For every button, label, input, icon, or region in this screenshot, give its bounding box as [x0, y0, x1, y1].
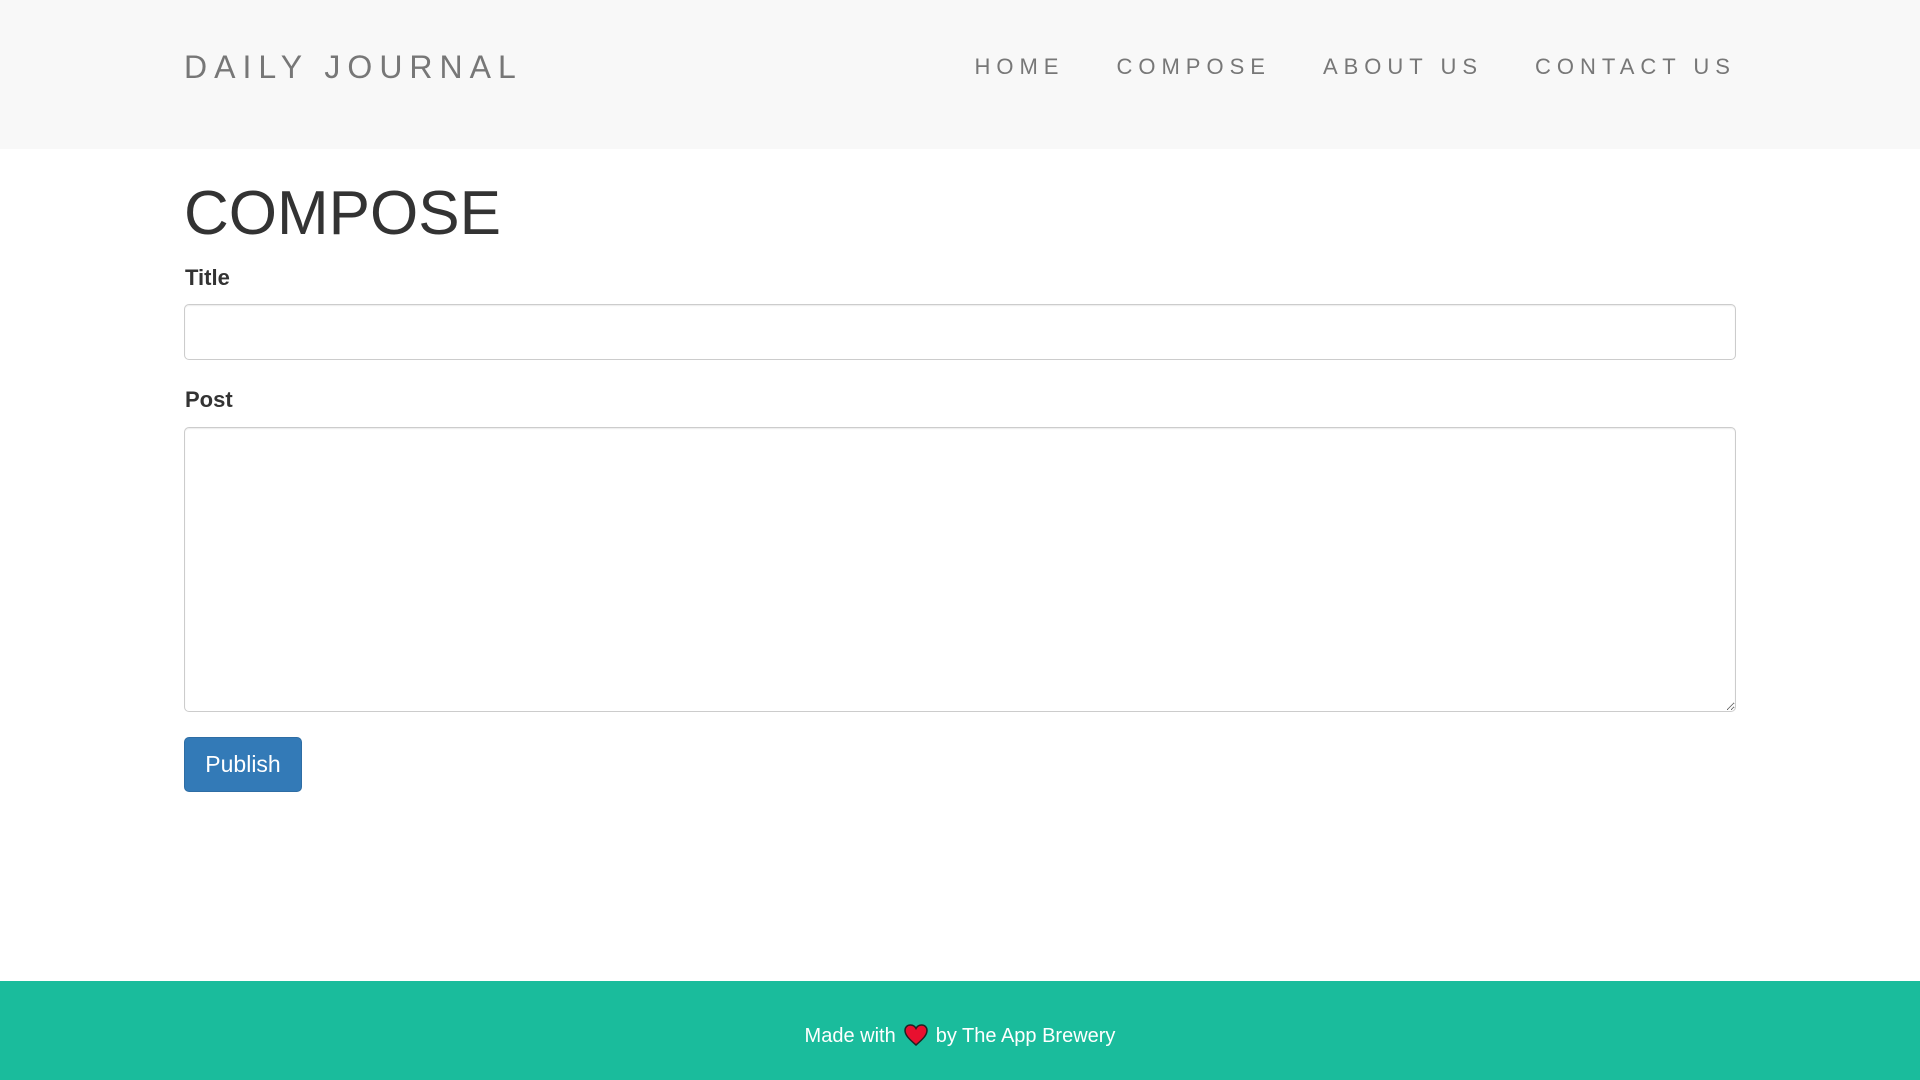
- nav-item-compose[interactable]: COMPOSE: [1116, 54, 1270, 80]
- page-title: COMPOSE: [184, 179, 501, 248]
- nav-item-contact-us[interactable]: CONTACT US: [1535, 54, 1736, 80]
- navbar: DAILY JOURNAL HOME COMPOSE ABOUT US CONT…: [0, 0, 1920, 149]
- heart-icon: [903, 1024, 928, 1046]
- footer-text-before: Made with: [804, 1025, 896, 1047]
- nav-item-home[interactable]: HOME: [974, 54, 1064, 80]
- footer-credit: Made with by The App Brewery: [0, 1023, 1920, 1049]
- footer-text-after: by The App Brewery: [935, 1025, 1116, 1047]
- publish-button[interactable]: Publish: [184, 737, 302, 792]
- title-input[interactable]: [184, 304, 1736, 360]
- post-textarea[interactable]: [184, 427, 1736, 712]
- title-label: Title: [185, 265, 230, 290]
- nav-item-about-us[interactable]: ABOUT US: [1323, 54, 1483, 80]
- post-label: Post: [185, 387, 233, 412]
- nav-menu: HOME COMPOSE ABOUT US CONTACT US: [974, 54, 1736, 80]
- brand-link[interactable]: DAILY JOURNAL: [184, 49, 523, 85]
